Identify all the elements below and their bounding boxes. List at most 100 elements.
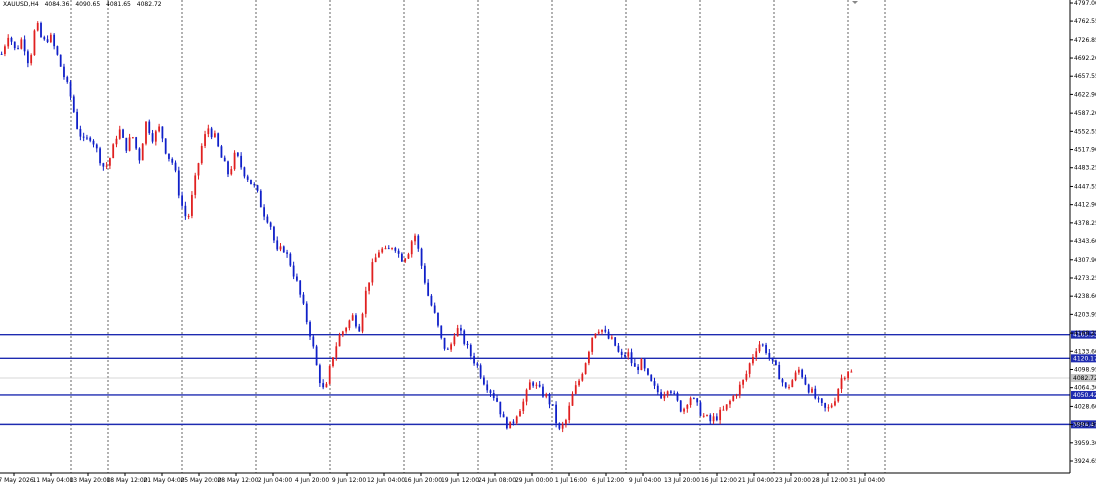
candle-body	[302, 294, 305, 304]
candle-body	[811, 388, 813, 393]
candle-body	[420, 248, 423, 266]
candle-body	[364, 290, 367, 314]
candle-body	[197, 163, 200, 176]
candle-body	[775, 360, 777, 366]
candle-body	[538, 384, 541, 387]
candle-body	[115, 138, 118, 145]
candle-body	[243, 167, 246, 177]
candle-body	[13, 41, 16, 49]
candle-body	[453, 336, 456, 345]
candle-body	[437, 312, 439, 326]
candle-body	[601, 329, 603, 332]
time-label: 1 Jul 16:00	[555, 477, 587, 484]
candle-body	[492, 392, 495, 399]
candle-body	[594, 333, 597, 338]
candle-body	[850, 371, 853, 373]
candle-body	[276, 240, 279, 250]
candle-body	[82, 136, 85, 138]
candle-body	[128, 137, 131, 151]
candle-body	[686, 404, 689, 409]
price-label: 4797.00	[1074, 0, 1096, 7]
candle-body	[719, 409, 722, 421]
candle-body	[332, 357, 334, 367]
candle-body	[781, 379, 784, 383]
candle-body	[371, 262, 374, 283]
time-label: 9 Jun 12:00	[332, 477, 366, 484]
candle-body	[92, 140, 95, 145]
time-label: 19 Jun 12:00	[441, 477, 479, 484]
candle-body	[771, 357, 774, 361]
candle-body	[23, 39, 26, 52]
candle-body	[692, 398, 695, 400]
candle-body	[824, 402, 827, 408]
candle-body	[742, 379, 744, 385]
axis-layer: 7 May 202611 May 04:0013 May 20:0018 May…	[0, 0, 1096, 484]
candle-body	[49, 34, 52, 43]
candle-body	[797, 369, 800, 373]
candle-body	[325, 383, 328, 388]
candle-body	[709, 415, 712, 422]
candle-body	[729, 400, 731, 405]
price-label: 3993.95	[1074, 422, 1096, 429]
candle-body	[200, 145, 203, 164]
candle-body	[391, 247, 393, 249]
candle-body	[59, 54, 62, 67]
candle-body	[476, 363, 479, 366]
candle-body	[135, 137, 138, 149]
candle-body	[765, 344, 767, 353]
candle-body	[666, 391, 669, 396]
candle-body	[378, 252, 380, 258]
candle-body	[138, 148, 141, 161]
time-label: 16 Jul 12:00	[701, 477, 737, 484]
current-price-label: 4082.72	[1073, 375, 1096, 382]
candle-body	[670, 391, 672, 393]
candle-body	[125, 137, 128, 151]
candle-body	[151, 133, 154, 142]
candle-body	[814, 388, 817, 399]
candle-body	[207, 128, 210, 135]
candle-body	[587, 351, 590, 364]
candle-body	[660, 392, 662, 399]
price-label: 4762.55	[1074, 18, 1096, 25]
candle-body	[755, 351, 758, 358]
candle-body	[335, 346, 338, 358]
level-label: 4120.17	[1073, 355, 1096, 362]
candle-body	[63, 66, 65, 78]
candle-body	[617, 345, 620, 352]
candle-body	[328, 366, 331, 384]
candle-body	[502, 414, 505, 418]
candle-body	[548, 394, 551, 405]
candle-body	[725, 404, 728, 410]
candle-body	[656, 385, 659, 393]
price-label: 3924.65	[1074, 458, 1096, 465]
candle-body	[505, 417, 508, 429]
candle-body	[561, 424, 564, 429]
candle-body	[72, 96, 75, 112]
candle-body	[312, 336, 315, 347]
candle-body	[374, 257, 377, 263]
candle-body	[112, 144, 115, 159]
candle-body	[509, 421, 512, 429]
candle-body	[181, 195, 183, 206]
candle-body	[732, 396, 735, 401]
price-chart[interactable]: 4165.334120.174050.423994.414082.72 7 Ma…	[0, 0, 1096, 490]
time-label: 18 May 12:00	[106, 477, 147, 484]
candle-body	[584, 363, 587, 375]
candle-body	[164, 138, 167, 154]
candle-body	[230, 169, 233, 175]
candle-body	[525, 389, 528, 402]
candle-body	[46, 39, 49, 43]
candle-body	[86, 137, 88, 139]
candle-body	[223, 157, 226, 162]
candle-body	[358, 326, 361, 332]
candle-body	[322, 383, 325, 388]
time-label: 7 May 2026	[0, 477, 34, 484]
candle-body	[269, 222, 272, 227]
candle-body	[673, 392, 676, 394]
price-label: 4412.90	[1074, 202, 1096, 209]
candle-body	[679, 400, 682, 412]
price-label: 4203.95	[1074, 311, 1096, 318]
candle-body	[282, 246, 285, 253]
candle-body	[118, 129, 121, 139]
candle-body	[643, 359, 646, 369]
